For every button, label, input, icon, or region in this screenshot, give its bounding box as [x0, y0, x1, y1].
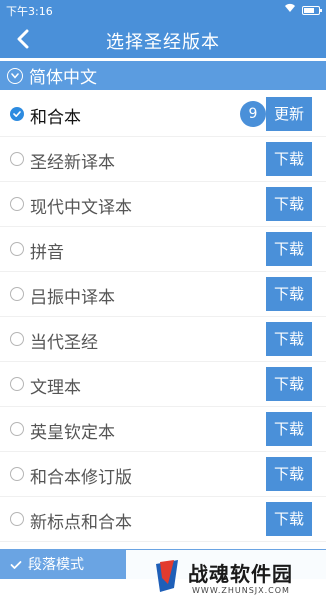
radio-button[interactable] — [10, 512, 24, 526]
version-row[interactable]: 和合本 9 更新 — [0, 92, 326, 137]
version-row[interactable]: 当代圣经 下载 — [0, 317, 326, 362]
download-button[interactable]: 下载 — [266, 457, 312, 491]
version-name: 文理本 — [30, 378, 81, 398]
version-row[interactable]: 吕振中译本 下载 — [0, 272, 326, 317]
update-count-badge: 9 — [240, 101, 266, 127]
download-button[interactable]: 下载 — [266, 142, 312, 176]
version-name: 英皇钦定本 — [30, 423, 115, 443]
radio-button[interactable] — [10, 377, 24, 391]
version-name: 圣经新译本 — [30, 153, 115, 173]
version-row[interactable]: 圣经新译本 下载 — [0, 137, 326, 182]
version-name: 吕振中译本 — [30, 288, 115, 308]
page-title: 选择圣经版本 — [106, 32, 220, 53]
watermark-logo-icon — [156, 560, 178, 592]
radio-selected[interactable] — [10, 107, 24, 121]
version-row[interactable]: 文理本 下载 — [0, 362, 326, 407]
watermark: 战魂软件园 WWW.ZHUNSJX.COM — [126, 550, 326, 600]
version-row[interactable]: 拼音 下载 — [0, 227, 326, 272]
version-row[interactable]: 和合本修订版 下载 — [0, 452, 326, 497]
version-name: 现代中文译本 — [30, 198, 132, 218]
version-name: 新标点和合本 — [30, 513, 132, 533]
version-name: 和合本 — [30, 108, 81, 128]
wifi-icon — [284, 3, 296, 17]
download-button[interactable]: 下载 — [266, 232, 312, 266]
radio-button[interactable] — [10, 287, 24, 301]
watermark-title: 战魂软件园 — [188, 562, 293, 586]
watermark-url: WWW.ZHUNSJX.COM — [192, 586, 290, 595]
title-bar: 选择圣经版本 — [0, 20, 326, 58]
status-icons — [284, 3, 322, 17]
bible-version-screen: 下午3:16 选择圣经版本 简体中文 和合本 9 更新 圣经新译本 下载 现代中… — [0, 0, 326, 600]
battery-icon — [302, 5, 322, 15]
radio-button[interactable] — [10, 197, 24, 211]
version-row[interactable]: 英皇钦定本 下载 — [0, 407, 326, 452]
chevron-down-circle-icon — [7, 67, 23, 84]
section-header-simplified-chinese[interactable]: 简体中文 — [0, 61, 326, 90]
download-button[interactable]: 下载 — [266, 502, 312, 536]
radio-button[interactable] — [10, 242, 24, 256]
paragraph-mode-label: 段落模式 — [28, 557, 84, 573]
status-time: 下午3:16 — [6, 5, 53, 18]
section-title: 简体中文 — [29, 68, 97, 88]
radio-button[interactable] — [10, 467, 24, 481]
version-name: 拼音 — [30, 243, 64, 263]
update-button[interactable]: 更新 — [266, 97, 312, 131]
radio-button[interactable] — [10, 422, 24, 436]
checkmark-icon[interactable] — [10, 555, 22, 574]
download-button[interactable]: 下载 — [266, 322, 312, 356]
download-button[interactable]: 下载 — [266, 277, 312, 311]
download-button[interactable]: 下载 — [266, 187, 312, 221]
version-name: 当代圣经 — [30, 333, 98, 353]
status-bar: 下午3:16 — [0, 0, 326, 20]
download-button[interactable]: 下载 — [266, 412, 312, 446]
radio-button[interactable] — [10, 152, 24, 166]
version-row[interactable]: 现代中文译本 下载 — [0, 182, 326, 227]
version-row[interactable]: 新标点和合本 下载 — [0, 497, 326, 542]
download-button[interactable]: 下载 — [266, 367, 312, 401]
version-list: 和合本 9 更新 圣经新译本 下载 现代中文译本 下载 拼音 下载 吕振中译本 … — [0, 92, 326, 542]
version-name: 和合本修订版 — [30, 468, 132, 488]
radio-button[interactable] — [10, 332, 24, 346]
